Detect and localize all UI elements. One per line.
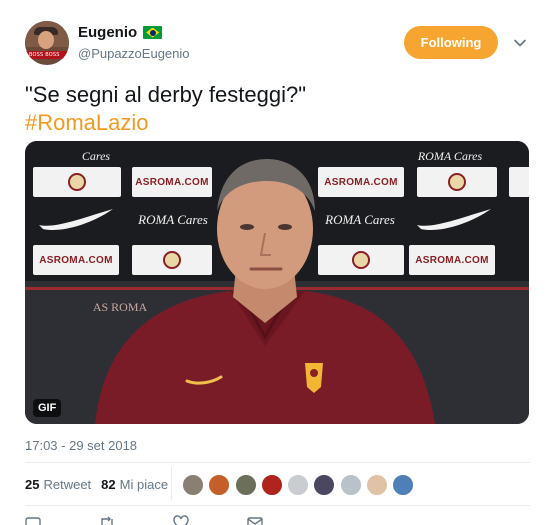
liker-avatar[interactable] xyxy=(339,474,362,496)
gif-media[interactable]: Cares ASROMA.COM ROMA Cares ASROMA.COM R… xyxy=(25,141,529,424)
liker-avatar[interactable] xyxy=(366,474,389,496)
liker-avatar[interactable] xyxy=(182,474,204,496)
like-count: 82 xyxy=(101,477,116,492)
retweet-icon[interactable] xyxy=(99,515,115,525)
liker-avatar[interactable] xyxy=(313,474,336,496)
tweet-stats: 25 Retweet 82 Mi piace xyxy=(25,477,178,492)
liker-avatars xyxy=(182,474,419,496)
action-bar xyxy=(25,515,321,525)
divider xyxy=(25,505,530,506)
reply-icon[interactable] xyxy=(25,515,41,525)
timestamp[interactable]: 17:03 - 29 set 2018 xyxy=(25,438,137,453)
gif-badge: GIF xyxy=(33,399,62,417)
following-button[interactable]: Following xyxy=(404,26,498,59)
retweet-count: 25 xyxy=(25,477,40,492)
avatar-text: BOSS BOSS xyxy=(29,52,60,58)
like-stat[interactable]: 82 Mi piace xyxy=(101,477,168,492)
brazil-flag-icon xyxy=(143,26,163,39)
hashtag-link[interactable]: #RomaLazio xyxy=(25,109,525,137)
liker-avatar[interactable] xyxy=(260,474,283,496)
stats-separator xyxy=(171,466,172,500)
divider xyxy=(25,462,530,463)
liker-avatar[interactable] xyxy=(234,474,257,496)
tweet-card: BOSS BOSS Eugenio @PupazzoEugenio Follow… xyxy=(0,0,560,525)
dm-icon[interactable] xyxy=(247,515,263,525)
name-row: Eugenio xyxy=(78,24,163,41)
player-figure xyxy=(95,159,435,424)
liker-avatar[interactable] xyxy=(287,474,310,496)
like-icon[interactable] xyxy=(173,515,189,525)
tweet-body: "Se segni al derby festeggi?" xyxy=(25,82,307,107)
avatar[interactable]: BOSS BOSS xyxy=(25,21,69,65)
like-label: Mi piace xyxy=(119,477,169,492)
tweet-text: "Se segni al derby festeggi?" #RomaLazio xyxy=(25,81,525,137)
liker-avatar[interactable] xyxy=(208,474,231,496)
user-handle[interactable]: @PupazzoEugenio xyxy=(78,46,190,61)
retweet-stat[interactable]: 25 Retweet xyxy=(25,477,91,492)
display-name[interactable]: Eugenio xyxy=(78,24,137,41)
liker-avatar[interactable] xyxy=(392,474,415,496)
chevron-down-icon[interactable] xyxy=(513,36,527,50)
retweet-label: Retweet xyxy=(43,477,92,492)
